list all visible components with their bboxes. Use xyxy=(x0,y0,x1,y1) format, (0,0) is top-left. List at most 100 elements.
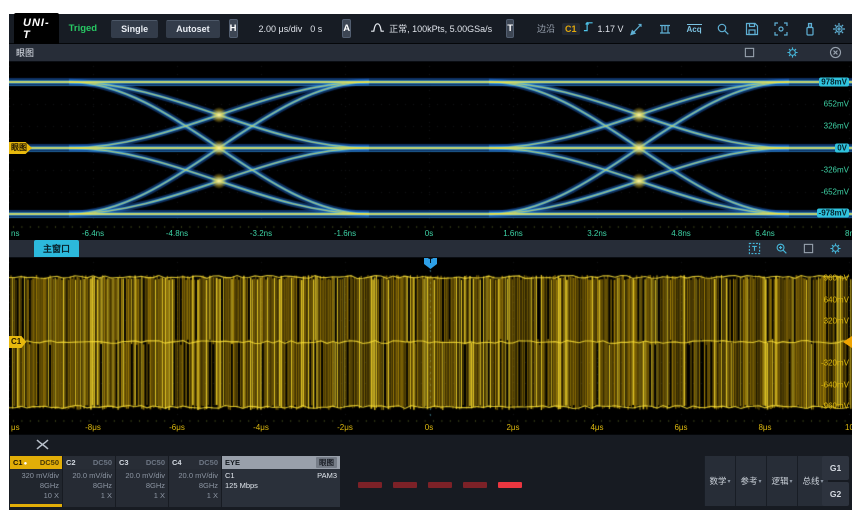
red-dash-indicator xyxy=(358,482,382,488)
voltage-axis-label: -978mV xyxy=(817,209,849,218)
save-icon[interactable] xyxy=(744,20,761,37)
channel-bandwidth: 8GHz xyxy=(146,481,165,491)
pulse-icon xyxy=(370,20,385,38)
channel-coupling: DC50 xyxy=(93,458,112,467)
zoom-in-icon[interactable] xyxy=(774,242,788,256)
channel-attenuation: 10 X xyxy=(44,491,59,501)
channel-card-body: 20.0 mV/div8GHz1 X xyxy=(116,469,168,504)
channel-card-body: 20.0 mV/div8GHz1 X xyxy=(169,469,221,504)
dropdown-arrow-icon: ▾ xyxy=(759,478,762,485)
trigger-type[interactable]: 边沿 xyxy=(537,22,555,35)
trigger-source[interactable]: C1 xyxy=(562,23,580,35)
eye-window-title: 眼图 xyxy=(16,46,34,59)
eye-card-bitrate: 125 Mbps xyxy=(225,481,337,491)
channel-card-header: C1●DC50 xyxy=(10,456,62,469)
time-axis-label: 0s xyxy=(425,423,433,432)
channel-cards-row: C1●DC50320 mV/div8GHz10 XC2DC5020.0 mV/d… xyxy=(10,456,340,507)
function-button-label: 总线 xyxy=(802,475,819,487)
cursor-measure-icon[interactable] xyxy=(628,20,645,37)
channel-name-label: C4 xyxy=(172,458,182,467)
trigger-menu-button[interactable]: T xyxy=(506,19,514,38)
trigger-frame-icon[interactable] xyxy=(747,242,761,256)
time-axis-label: 4μs xyxy=(590,423,603,432)
generator-button-2[interactable]: G2 xyxy=(822,482,849,506)
time-axis-label: 8ns xyxy=(845,229,852,238)
eye-mode-card[interactable]: EYE 眼图 C1 PAM3 125 Mbps xyxy=(222,456,340,507)
channel-card-header: C2 DC50 xyxy=(63,456,115,469)
timebase-value[interactable]: 2.00 μs/div xyxy=(259,24,303,34)
eye-window-controls xyxy=(742,46,845,60)
eye-settings-gear-icon[interactable] xyxy=(785,46,799,60)
crossed-arrows-icon[interactable] xyxy=(35,438,50,456)
usb-device-icon[interactable] xyxy=(802,20,819,37)
function-button-1[interactable]: 参考▾ xyxy=(735,456,766,506)
close-icon[interactable] xyxy=(828,46,842,60)
channel-name: C3 xyxy=(119,458,129,467)
eye-diagram-plot: 眼图 978mV652mV326mV0V-326mV-652mV-978mVns… xyxy=(9,62,852,240)
channel-attenuation: 1 X xyxy=(101,491,112,501)
eye-card-mode-badge: 眼图 xyxy=(316,457,337,468)
function-button-group: 数学▾参考▾逻辑▾总线▾ xyxy=(704,456,828,506)
function-button-0[interactable]: 数学▾ xyxy=(704,456,735,506)
time-axis-label: -4.8ns xyxy=(166,229,188,238)
function-button-2[interactable]: 逻辑▾ xyxy=(766,456,797,506)
channel-name: C1● xyxy=(13,458,27,467)
voltage-axis-label: 652mV xyxy=(824,100,849,109)
channel-attenuation: 1 X xyxy=(154,491,165,501)
channel-name: C2 xyxy=(66,458,76,467)
channel-coupling: DC50 xyxy=(199,458,218,467)
channel-attenuation: 1 X xyxy=(207,491,218,501)
eye-window-titlebar: 眼图 xyxy=(9,44,852,62)
time-axis-label: 4.8ns xyxy=(671,229,691,238)
red-dash-indicator xyxy=(498,482,522,488)
channel-bandwidth: 8GHz xyxy=(199,481,218,491)
voltage-axis-label: 320mV xyxy=(824,317,849,326)
oscilloscope-app: UNI-T Triged Single Autoset H 2.00 μs/di… xyxy=(9,14,852,509)
main-settings-gear-icon[interactable] xyxy=(828,242,842,256)
acquire-info: 正常, 100kPts, 5.00GSa/s xyxy=(389,22,492,35)
channel-card-c3[interactable]: C3DC5020.0 mV/div8GHz1 X xyxy=(116,456,168,507)
main-window-tab[interactable]: 主窗口 xyxy=(34,240,79,257)
single-button[interactable]: Single xyxy=(111,20,158,38)
time-axis-label: 6μs xyxy=(674,423,687,432)
generator-button-1[interactable]: G1 xyxy=(822,456,849,480)
channel-card-c1[interactable]: C1●DC50320 mV/div8GHz10 X xyxy=(10,456,62,507)
generator-button-group: G1G2 xyxy=(822,456,849,506)
horizontal-offset-value[interactable]: 0 s xyxy=(310,24,322,34)
voltage-axis-label: -326mV xyxy=(821,166,849,175)
main-waveform-canvas xyxy=(9,258,852,434)
autoset-button[interactable]: Autoset xyxy=(166,20,220,38)
time-axis-label: 8μs xyxy=(758,423,771,432)
voltage-axis-label: -960mV xyxy=(821,402,849,411)
maximize-icon[interactable] xyxy=(742,46,756,60)
function-button-label: 逻辑 xyxy=(771,475,788,487)
dropdown-arrow-icon: ▾ xyxy=(790,478,793,485)
time-axis-label: 6.4ns xyxy=(755,229,775,238)
channel-card-c4[interactable]: C4 DC50 20.0 mV/div8GHz1 X xyxy=(169,456,221,507)
main-waveform-plot: T C1 960mV640mV320mV-320mV-640mV-960mVμs… xyxy=(9,258,852,434)
horizontal-menu-button[interactable]: H xyxy=(229,19,238,38)
eye-card-title: EYE xyxy=(225,458,240,467)
time-axis-label: -6.4ns xyxy=(82,229,104,238)
main-maximize-icon[interactable] xyxy=(801,242,815,256)
time-axis-label: -2μs xyxy=(337,423,353,432)
acquire-settings-icon[interactable]: Acq xyxy=(686,20,703,37)
settings-gear-icon[interactable] xyxy=(831,20,848,37)
measure-ruler-icon[interactable] xyxy=(657,20,674,37)
eye-card-source: C1 xyxy=(225,471,235,481)
top-toolbar: UNI-T Triged Single Autoset H 2.00 μs/di… xyxy=(9,14,852,44)
voltage-axis-label: 0V xyxy=(835,144,849,153)
search-icon[interactable] xyxy=(715,20,732,37)
time-axis-label: ns xyxy=(11,229,19,238)
acquire-menu-button[interactable]: A xyxy=(342,19,351,38)
voltage-axis-label: 640mV xyxy=(824,296,849,305)
voltage-axis-label: 326mV xyxy=(824,122,849,131)
channel-name: C4 xyxy=(172,458,182,467)
time-axis-label: 0s xyxy=(425,229,433,238)
time-axis-label: -3.2ns xyxy=(250,229,272,238)
channel-card-c2[interactable]: C2DC5020.0 mV/div8GHz1 X xyxy=(63,456,115,507)
fullscreen-icon[interactable] xyxy=(773,20,790,37)
channel-scale: 320 mV/div xyxy=(21,471,59,481)
trigger-level-value[interactable]: 1.17 V xyxy=(598,24,624,34)
active-dot-icon: ● xyxy=(24,461,28,467)
